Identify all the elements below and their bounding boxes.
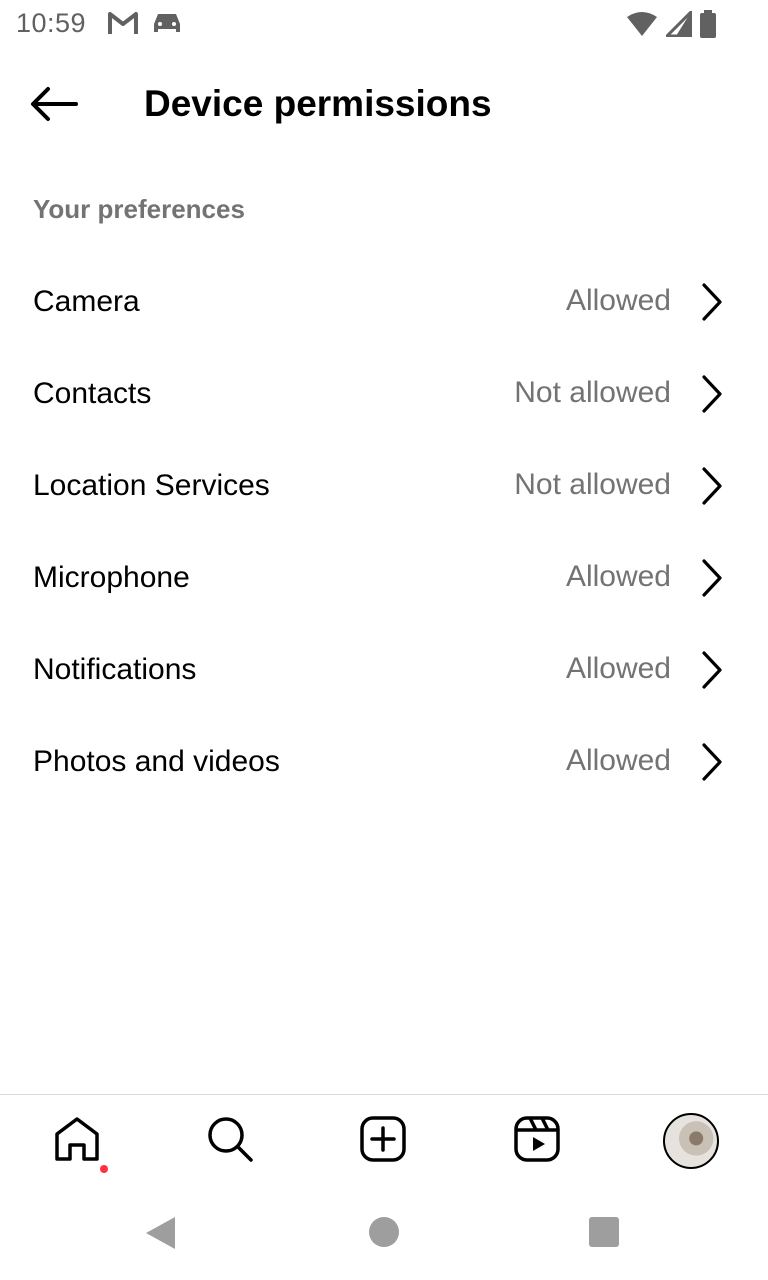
chevron-right-icon [700,650,724,690]
page-title: Device permissions [144,83,492,124]
permission-label: Location Services [33,469,270,502]
nav-search-button[interactable] [180,1095,280,1187]
permission-row-microphone[interactable]: Microphone Allowed [0,532,768,624]
nav-profile-button[interactable] [641,1095,741,1187]
cell-signal-icon [663,8,693,42]
notification-dot [100,1165,108,1173]
permission-label: Notifications [33,653,197,686]
arrow-left-icon [30,86,78,127]
permission-status: Allowed [565,284,671,317]
nav-reels-button[interactable] [487,1095,587,1187]
nav-create-button[interactable] [333,1095,433,1187]
permission-row-camera[interactable]: Camera Allowed [0,256,768,348]
permission-row-notifications[interactable]: Notifications Allowed [0,624,768,716]
chevron-right-icon [700,374,724,414]
create-icon [359,1115,407,1168]
permission-row-contacts[interactable]: Contacts Not allowed [0,348,768,440]
header: Device permissions [0,60,768,150]
system-back-button[interactable] [144,1216,176,1255]
bottom-nav [0,1094,768,1187]
system-nav-bar [0,1186,768,1280]
permission-status: Allowed [565,652,671,685]
permission-status: Not allowed [514,376,671,409]
back-button[interactable] [24,80,84,132]
permission-status: Allowed [565,560,671,593]
car-icon [152,10,182,41]
nav-home-button[interactable] [27,1095,127,1187]
permission-label: Camera [33,285,140,318]
permission-label: Photos and videos [33,745,280,778]
permission-status: Allowed [565,744,671,777]
permission-status: Not allowed [514,468,671,501]
home-icon [53,1115,101,1168]
system-home-button[interactable] [369,1217,399,1247]
status-time: 10:59 [16,8,87,38]
section-label: Your preferences [33,194,245,224]
search-icon [206,1115,254,1168]
profile-avatar [663,1113,719,1169]
permission-label: Contacts [33,377,152,410]
chevron-right-icon [700,558,724,598]
permissions-list: Camera Allowed Contacts Not allowed Loca… [0,256,768,808]
system-recents-button[interactable] [589,1217,619,1247]
reels-icon [513,1115,561,1168]
gmail-icon [108,10,138,41]
permission-row-location[interactable]: Location Services Not allowed [0,440,768,532]
permission-label: Microphone [33,561,190,594]
chevron-right-icon [700,466,724,506]
battery-icon [700,10,716,43]
chevron-right-icon [700,742,724,782]
chevron-right-icon [700,282,724,322]
permission-row-photos-videos[interactable]: Photos and videos Allowed [0,716,768,808]
status-bar: 10:59 [0,0,768,48]
wifi-icon [626,11,658,42]
